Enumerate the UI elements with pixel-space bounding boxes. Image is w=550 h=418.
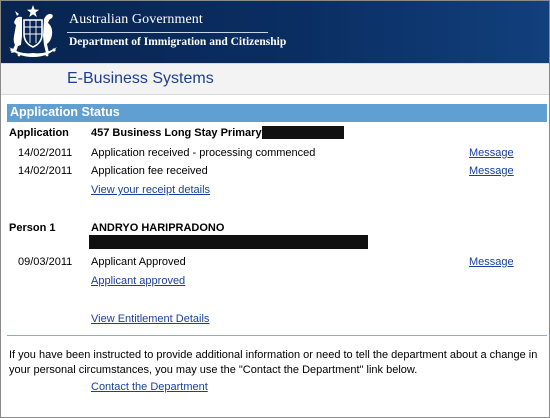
receipt-details-link[interactable]: View your receipt details [91,184,210,196]
redacted-person-details [89,235,368,249]
event-description: Application fee received [91,165,208,177]
message-link[interactable]: Message [469,256,514,268]
government-header: Australian Government Department of Immi… [1,1,549,63]
message-link[interactable]: Message [469,165,514,177]
event-description: Application received - processing commen… [91,147,316,159]
event-date: 09/03/2011 [18,256,73,268]
event-date: 14/02/2011 [18,147,73,159]
application-label: Application [9,127,69,139]
header-divider [67,32,268,33]
section-divider [7,335,547,336]
message-link[interactable]: Message [469,147,514,159]
department-name: Department of Immigration and Citizenshi… [69,36,287,48]
system-title-band: E-Business Systems [1,63,549,95]
system-title: E-Business Systems [67,70,214,87]
contact-department-link[interactable]: Contact the Department [91,381,208,393]
application-name: 457 Business Long Stay Primary - [91,127,269,139]
person-name: ANDRYO HARIPRADONO [91,222,225,234]
entitlement-details-link[interactable]: View Entitlement Details [91,313,209,325]
person-label: Person 1 [9,222,56,234]
applicant-approved-link[interactable]: Applicant approved [91,275,185,287]
redacted-application-id [262,126,344,139]
government-name: Australian Government [69,12,203,27]
event-date: 14/02/2011 [18,165,73,177]
section-title: Application Status [10,105,120,119]
contact-notice: If you have been instructed to provide a… [9,349,538,376]
application-status-header: Application Status [7,104,547,122]
event-description: Applicant Approved [91,256,186,268]
coat-of-arms-icon [9,5,57,57]
